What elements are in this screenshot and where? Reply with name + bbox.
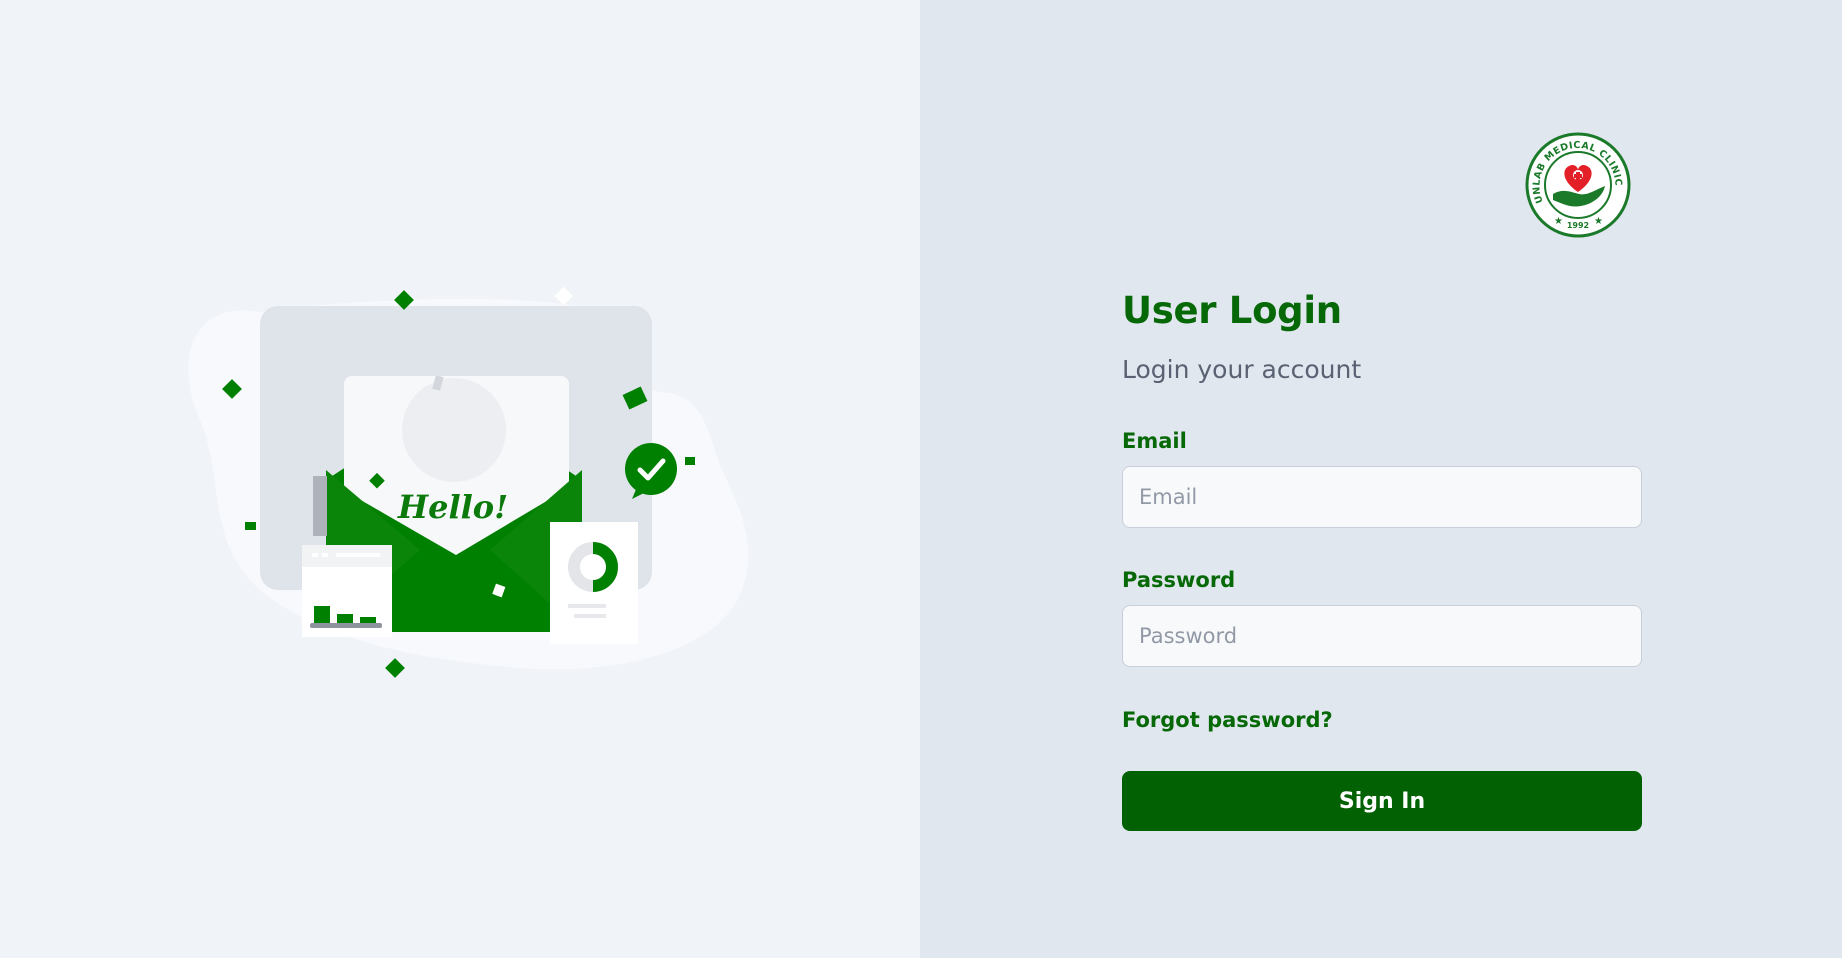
page-title: User Login (1122, 289, 1342, 332)
login-panel: UNLAB MEDICAL CLINIC CORP 1992 ★ ★ User … (920, 0, 1842, 958)
logo-year: 1992 (1567, 221, 1589, 230)
confetti (385, 658, 405, 678)
bar-chart-baseline (310, 623, 382, 628)
svg-text:★: ★ (1554, 216, 1563, 227)
letter-avatar-circle (402, 378, 506, 482)
hello-envelope-illustration: Hello! (188, 286, 749, 678)
bar-3 (360, 617, 376, 624)
confetti (554, 286, 573, 306)
forgot-password-link[interactable]: Forgot password? (1122, 706, 1333, 734)
clinic-logo: UNLAB MEDICAL CLINIC CORP 1992 ★ ★ (1523, 130, 1631, 238)
password-label: Password (1122, 568, 1236, 592)
envelope-shadow (313, 476, 327, 536)
illustration-panel: Hello! (0, 0, 920, 958)
bar-1 (314, 606, 330, 624)
email-label: Email (1122, 429, 1187, 453)
svg-text:★: ★ (1594, 216, 1603, 227)
email-input[interactable] (1122, 466, 1642, 528)
page-subtitle: Login your account (1122, 355, 1362, 384)
login-form: User Login Login your account Email Pass… (1122, 286, 1642, 831)
bar-2 (337, 614, 353, 624)
confetti (685, 457, 695, 465)
hello-text: Hello! (397, 488, 508, 526)
confetti (245, 522, 256, 530)
login-page: Hello! UNLAB MEDICAL CLINIC 1992 ★ ★ Use… (0, 0, 1842, 958)
check-bubble-icon (625, 443, 677, 495)
password-input[interactable] (1122, 605, 1642, 667)
sign-in-button[interactable]: Sign In (1122, 771, 1642, 831)
